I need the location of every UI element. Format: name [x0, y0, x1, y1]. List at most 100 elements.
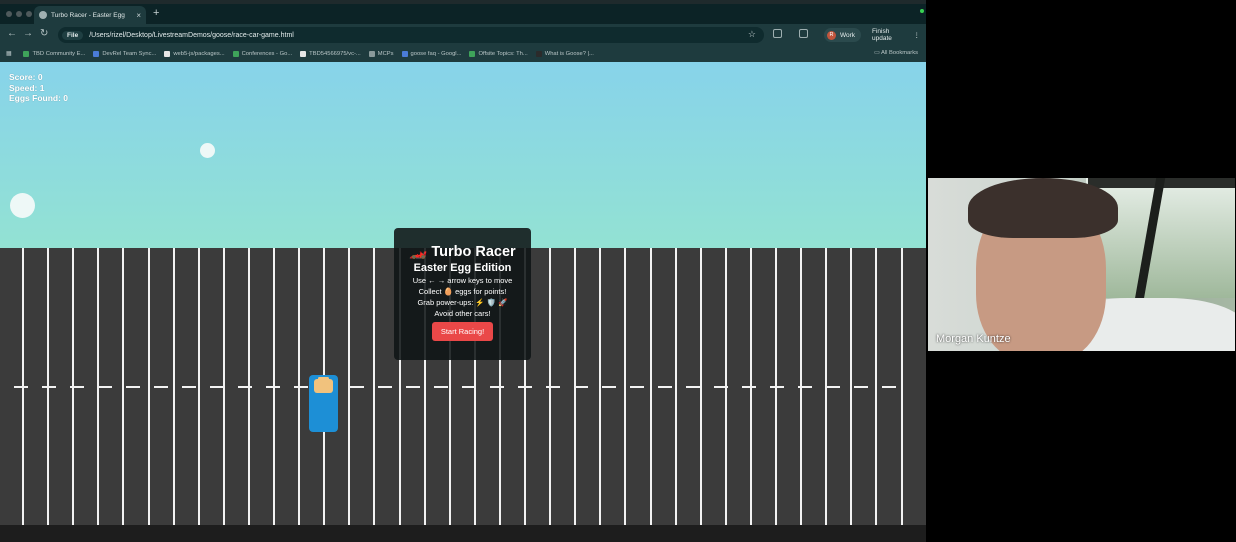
close-window-dot[interactable] [6, 11, 12, 17]
player-car [309, 375, 338, 432]
bookmark-label: TBD Community E... [32, 51, 86, 57]
sky [0, 62, 926, 248]
center-dash [238, 386, 252, 388]
center-dash [266, 386, 280, 388]
center-dash [518, 386, 532, 388]
center-dash [154, 386, 168, 388]
center-dash [714, 386, 728, 388]
all-bookmarks-label: All Bookmarks [880, 50, 918, 56]
center-dash [490, 386, 504, 388]
minimize-window-dot[interactable] [16, 11, 22, 17]
new-tab-icon[interactable]: + [153, 7, 159, 19]
lane-stripe [599, 248, 601, 525]
score-readout: Score: 0 [9, 72, 43, 82]
center-dash [574, 386, 588, 388]
center-dash [70, 386, 84, 388]
lane-stripe [148, 248, 150, 525]
eggs-readout: Eggs Found: 0 [9, 93, 69, 103]
start-racing-button[interactable]: Start Racing! [431, 322, 494, 341]
bookmark-label: DevRel Team Sync... [102, 51, 157, 57]
center-dash [434, 386, 448, 388]
participant-name: Morgan Kuntze [936, 333, 1011, 345]
instruction-collect: Collect 🥚 eggs for points! [418, 287, 507, 296]
tab-bar: Turbo Racer - Easter Egg × + [0, 4, 926, 24]
avatar: R [827, 30, 836, 40]
center-dash [14, 386, 28, 388]
instruction-move: Use ← → arrow keys to move [412, 276, 513, 285]
center-dash [630, 386, 644, 388]
lane-stripe [675, 248, 677, 525]
bookmark-star-icon[interactable]: ☆ [748, 29, 756, 40]
lane-stripe [373, 248, 375, 525]
game-canvas[interactable]: Score: 0 Speed: 1 Eggs Found: 0 🏎️ Turbo… [0, 62, 926, 525]
bookmark-favicon-icon [93, 51, 100, 57]
browser-toolbar: ← → ↻ File /Users/rizel/Desktop/Livestre… [0, 24, 926, 46]
bookmark-item[interactable]: MCPs [368, 51, 394, 57]
cast-icon[interactable] [799, 29, 808, 38]
bookmark-item[interactable]: goose faq - Googl... [401, 51, 462, 57]
bookmark-favicon-icon [23, 51, 30, 57]
bookmark-favicon-icon [469, 51, 476, 57]
bookmark-item[interactable]: Offsite Topics: Th... [469, 51, 528, 57]
center-dash [854, 386, 868, 388]
bookmark-favicon-icon [401, 51, 408, 57]
hud: Score: 0 Speed: 1 Eggs Found: 0 [9, 72, 68, 104]
lane-stripe [650, 248, 652, 525]
bookmarks-bar: ▦ TBD Community E... DevRel Team Sync... w… [0, 46, 926, 62]
finish-update-button[interactable]: Finish update ⋮ [866, 28, 926, 42]
lane-stripe [173, 248, 175, 525]
center-dash [182, 386, 196, 388]
bookmark-item[interactable]: TBD54566975/vc-... [300, 51, 361, 57]
instruction-powerups: Grab power-ups: ⚡ 🛡️ 🚀 [417, 298, 508, 307]
lane-stripe [700, 248, 702, 525]
globe-icon [39, 11, 47, 19]
bookmark-item[interactable]: Conferences - Go... [232, 51, 293, 57]
center-dash [378, 386, 392, 388]
modal-title: 🏎️ Turbo Racer [409, 244, 516, 260]
profile-button[interactable]: R Work [824, 28, 862, 42]
all-bookmarks-button[interactable]: ▭ All Bookmarks [874, 50, 918, 56]
site-info-chip[interactable]: File [62, 30, 84, 40]
bookmark-item[interactable]: web5-js/packages... [164, 51, 225, 57]
center-dash [42, 386, 56, 388]
close-tab-icon[interactable]: × [136, 11, 141, 20]
forward-icon[interactable]: → [23, 28, 33, 39]
center-dash [546, 386, 560, 388]
recording-indicator [920, 9, 924, 13]
video-person-hair [968, 178, 1118, 238]
bookmark-item[interactable]: What is Goose? |... [535, 51, 594, 57]
video-tile: Morgan Kuntze [928, 178, 1235, 351]
bookmark-label: What is Goose? |... [544, 51, 594, 57]
bottom-bar [0, 525, 926, 542]
center-dash [294, 386, 308, 388]
lane-stripe [850, 248, 852, 525]
tab-turbo-racer[interactable]: Turbo Racer - Easter Egg × [34, 6, 146, 24]
center-dash [602, 386, 616, 388]
bookmark-label: web5-js/packages... [173, 51, 225, 57]
bookmark-label: Offsite Topics: Th... [478, 51, 528, 57]
center-dash [210, 386, 224, 388]
reload-icon[interactable]: ↻ [40, 28, 48, 39]
center-dash [742, 386, 756, 388]
finish-update-label: Finish update [872, 28, 892, 42]
lane-stripe [624, 248, 626, 525]
maximize-window-dot[interactable] [26, 11, 32, 17]
bookmark-label: Conferences - Go... [241, 51, 293, 57]
cloud [200, 143, 215, 158]
bookmark-item[interactable]: DevRel Team Sync... [93, 51, 156, 57]
center-dash [770, 386, 784, 388]
browser-window: Turbo Racer - Easter Egg × + ← → ↻ File … [0, 0, 926, 542]
address-bar[interactable]: File /Users/rizel/Desktop/LivestreamDemo… [58, 27, 764, 43]
apps-grid-icon[interactable]: ▦ [6, 51, 11, 57]
car-windshield [314, 377, 333, 393]
bookmark-favicon-icon [164, 51, 171, 57]
address-url: /Users/rizel/Desktop/LivestreamDemos/goo… [89, 31, 294, 39]
center-dash [882, 386, 896, 388]
kebab-menu-icon[interactable]: ⋮ [914, 31, 921, 39]
back-icon[interactable]: ← [7, 28, 17, 39]
bookmark-label: goose faq - Googl... [410, 51, 462, 57]
extensions-icon[interactable] [773, 29, 782, 38]
cloud [10, 193, 35, 218]
bookmark-item[interactable]: TBD Community E... [23, 51, 85, 57]
center-dash [126, 386, 140, 388]
